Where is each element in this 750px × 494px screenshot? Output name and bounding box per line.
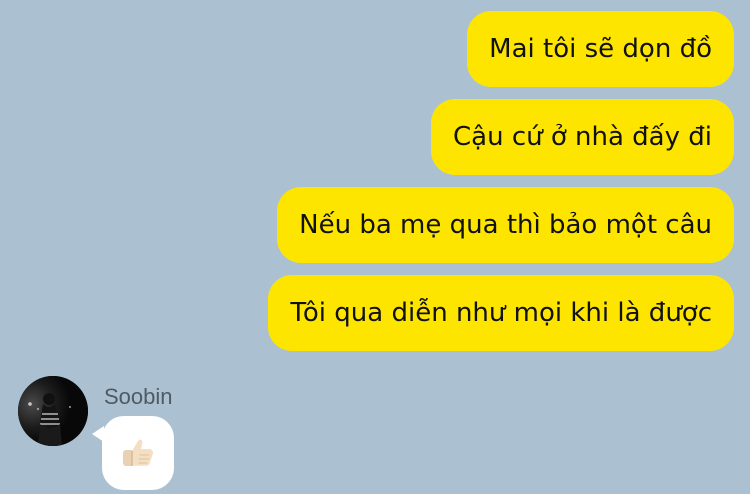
- avatar[interactable]: [18, 376, 88, 446]
- message-text: Cậu cứ ở nhà đấy đi: [452, 122, 712, 152]
- message-text: Tôi qua diễn như mọi khi là được: [290, 298, 712, 328]
- chat-thread: Mai tôi sẽ dọn đồ Cậu cứ ở nhà đấy đi Nế…: [0, 0, 750, 494]
- incoming-message-group: Soobin: [18, 376, 318, 494]
- incoming-message-bubble[interactable]: [92, 416, 174, 490]
- avatar-image: [18, 376, 88, 446]
- outgoing-message-3[interactable]: Nếu ba mẹ qua thì bảo một câu: [277, 187, 734, 263]
- outgoing-message-1[interactable]: Mai tôi sẽ dọn đồ: [467, 11, 734, 87]
- thumbs-up-icon: [119, 434, 157, 472]
- message-text: Nếu ba mẹ qua thì bảo một câu: [299, 210, 712, 240]
- message-text: Mai tôi sẽ dọn đồ: [489, 34, 712, 64]
- sender-name: Soobin: [104, 384, 173, 409]
- outgoing-message-2[interactable]: Cậu cứ ở nhà đấy đi: [430, 99, 734, 175]
- outgoing-message-4[interactable]: Tôi qua diễn như mọi khi là được: [268, 275, 734, 351]
